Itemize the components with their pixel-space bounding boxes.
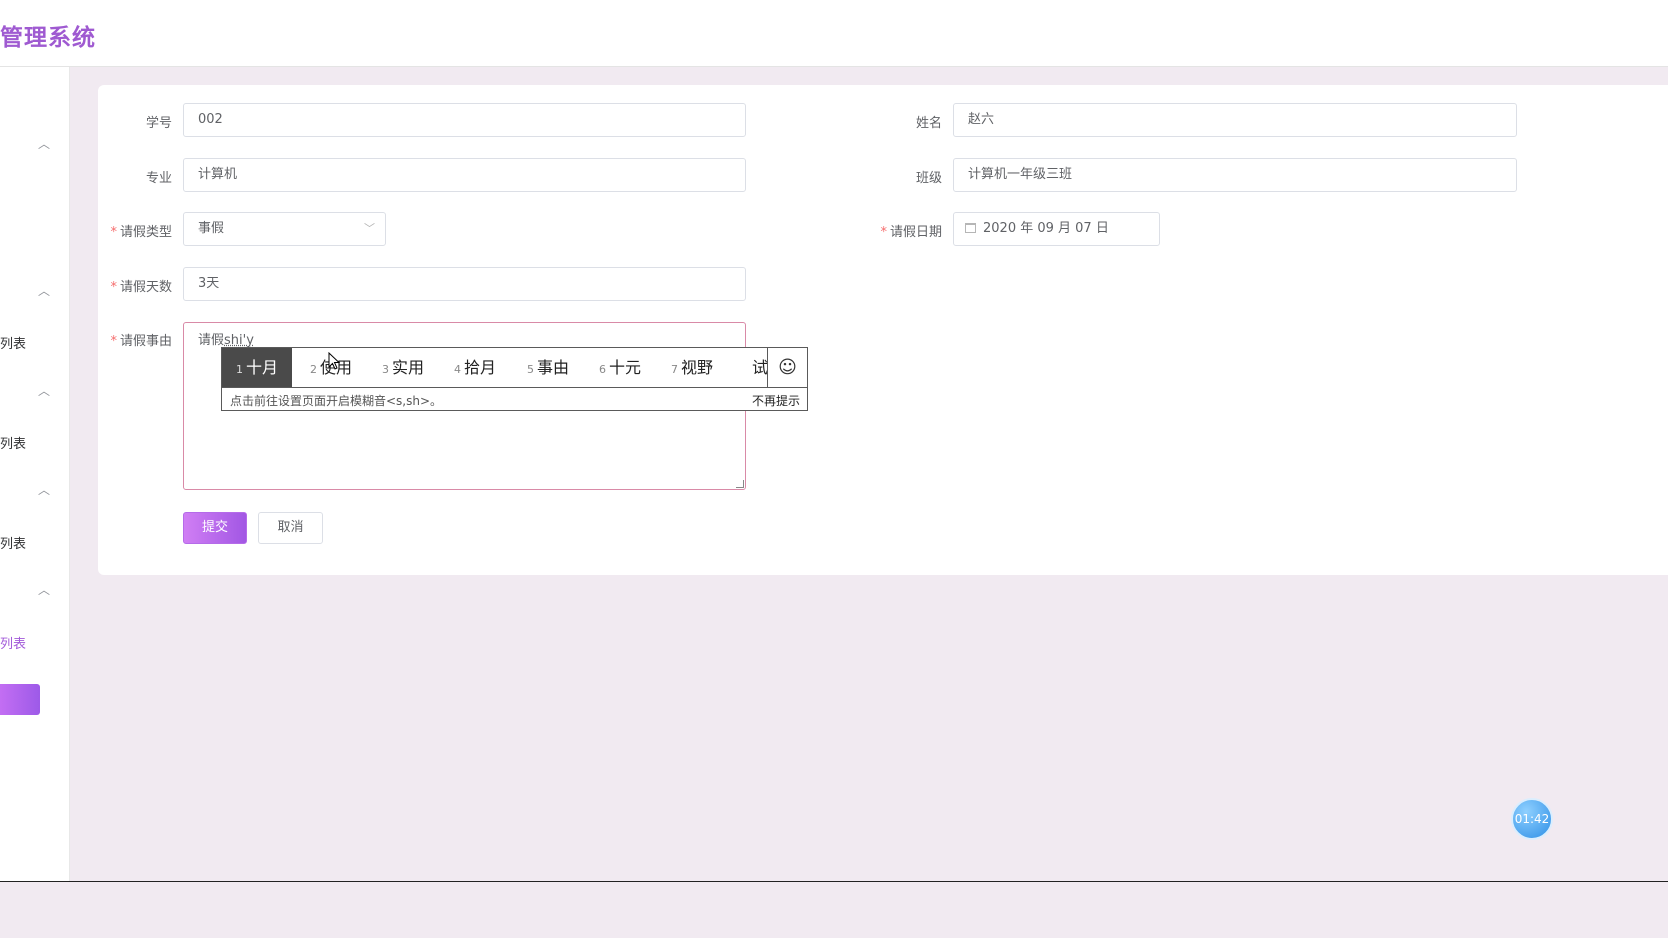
- chevron-down-icon: ﹀: [364, 222, 375, 235]
- leave-type-label: * 请假类型: [110, 225, 172, 240]
- ime-candidate[interactable]: 3 实用: [382, 348, 424, 387]
- resize-handle[interactable]: [736, 480, 744, 488]
- leave-date-label: * 请假日期: [880, 225, 942, 240]
- ime-dismiss-hint[interactable]: 不再提示: [752, 392, 800, 409]
- sidebar-item-list-2[interactable]: 列表: [0, 433, 26, 452]
- student-id-input[interactable]: 002: [183, 103, 746, 137]
- app-header: 管理系统: [0, 0, 1668, 67]
- ime-candidate-window: 1十月 2使用 3实用 4拾月 5事由 6十元 7视野 试 ☺ 点击前往设置页面…: [221, 347, 808, 411]
- chevron-up-icon[interactable]: ︿: [38, 385, 50, 397]
- sidebar-item-list-3[interactable]: 列表: [0, 533, 26, 552]
- sidebar-action-button[interactable]: [0, 684, 40, 715]
- major-label: 专业: [145, 171, 172, 186]
- bottom-divider: [0, 881, 1668, 882]
- ime-hint-bar: 点击前往设置页面开启模糊音<s,sh>。 不再提示: [222, 387, 807, 410]
- submit-button[interactable]: 提交: [183, 512, 247, 544]
- leave-type-value: 事假: [198, 221, 225, 236]
- reason-text: 请假: [198, 333, 225, 348]
- ime-candidate[interactable]: 6 十元: [599, 348, 641, 387]
- ime-candidate[interactable]: 1 十月: [222, 348, 293, 387]
- calendar-icon: [965, 223, 976, 233]
- chevron-up-icon[interactable]: ︿: [38, 138, 50, 150]
- name-label: 姓名: [915, 116, 942, 131]
- chevron-up-icon[interactable]: ︿: [38, 285, 50, 297]
- emoji-icon[interactable]: ☺: [767, 348, 807, 387]
- ime-candidate[interactable]: 5 事由: [527, 348, 569, 387]
- class-input[interactable]: 计算机一年级三班: [953, 158, 1517, 192]
- leave-type-select[interactable]: 事假 ﹀: [183, 212, 386, 246]
- recording-timer-badge[interactable]: 01:42: [1511, 798, 1553, 840]
- leave-date-value: 2020 年 09 月 07 日: [983, 221, 1109, 236]
- app-title: 管理系统: [0, 25, 96, 51]
- ime-hint-text[interactable]: 点击前往设置页面开启模糊音<s,sh>。: [230, 392, 442, 409]
- sidebar-item-list-4[interactable]: 列表: [0, 633, 26, 652]
- leave-date-picker[interactable]: 2020 年 09 月 07 日: [953, 212, 1160, 246]
- name-input[interactable]: 赵六: [953, 103, 1517, 137]
- leave-days-input[interactable]: 3天: [183, 267, 746, 301]
- cancel-button[interactable]: 取消: [258, 512, 323, 544]
- ime-composition-text: shi'y: [224, 333, 254, 348]
- sidebar-item-list-1[interactable]: 列表: [0, 333, 26, 352]
- leave-days-label: * 请假天数: [110, 280, 172, 295]
- major-input[interactable]: 计算机: [183, 158, 746, 192]
- class-label: 班级: [915, 171, 942, 186]
- ime-candidate[interactable]: 7 视野: [671, 348, 713, 387]
- ime-candidate-list: 1十月 2使用 3实用 4拾月 5事由 6十元 7视野 试: [222, 348, 767, 387]
- sidebar: ︿ ︿ 列表 ︿ 列表 ︿ 列表 ︿ 列表: [0, 67, 70, 882]
- chevron-up-icon[interactable]: ︿: [38, 484, 50, 496]
- ime-candidate[interactable]: 4 拾月: [454, 348, 496, 387]
- student-id-label: 学号: [145, 116, 172, 131]
- chevron-up-icon[interactable]: ︿: [38, 584, 50, 596]
- reason-label: * 请假事由: [110, 334, 172, 349]
- ime-candidate[interactable]: 试: [752, 348, 767, 387]
